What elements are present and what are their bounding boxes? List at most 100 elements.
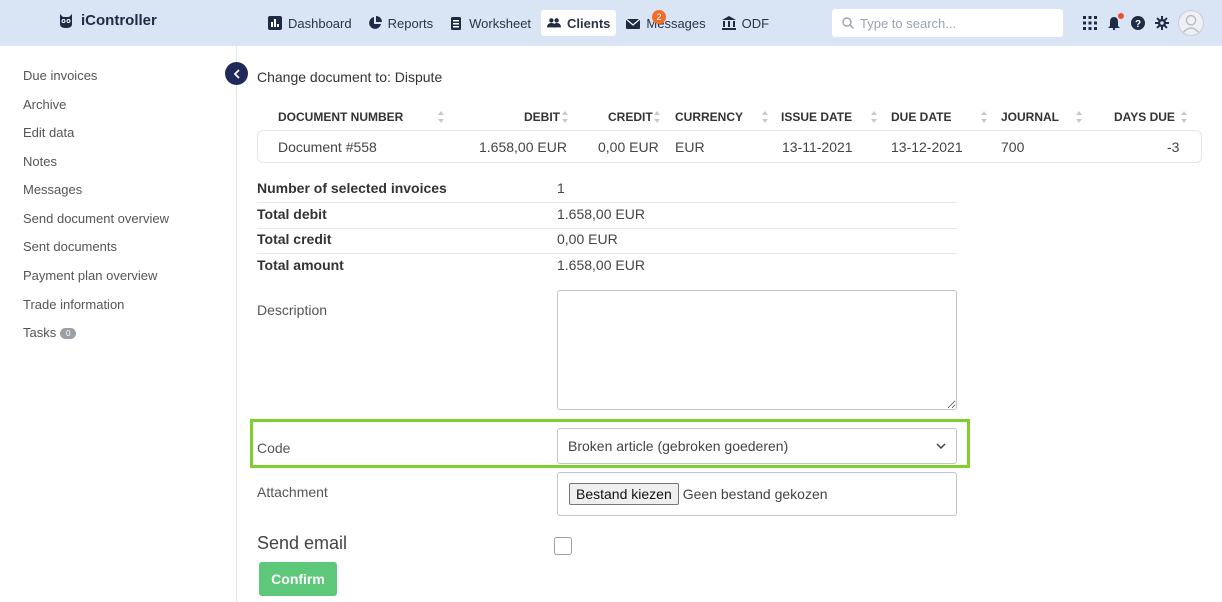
column-header-document-number[interactable]: DOCUMENT NUMBER <box>278 110 403 124</box>
sidebar-item-due-invoices[interactable]: Due invoices <box>23 68 97 83</box>
sidebar-item-messages[interactable]: Messages <box>23 182 82 197</box>
column-header-currency[interactable]: CURRENCY <box>675 110 743 124</box>
cell-due-date: 13-12-2021 <box>891 139 963 155</box>
code-label: Code <box>257 440 291 456</box>
sidebar-item-edit-data[interactable]: Edit data <box>23 125 74 140</box>
apps-grid-icon[interactable] <box>1082 15 1098 31</box>
sort-icon[interactable] <box>870 110 878 124</box>
nav-dashboard-label: Dashboard <box>288 15 352 31</box>
cell-document-number: Document #558 <box>278 139 377 155</box>
nav-odf-label: ODF <box>741 15 770 31</box>
summary-label-total-amount: Total amount <box>257 257 344 273</box>
gear-icon[interactable] <box>1154 15 1170 31</box>
collapse-sidebar-button[interactable] <box>225 62 248 85</box>
top-right-icons: ? <box>1082 10 1204 36</box>
sidebar-item-notes[interactable]: Notes <box>23 154 57 169</box>
sort-icon[interactable] <box>761 110 769 124</box>
nav-clients[interactable]: Clients <box>541 10 617 36</box>
column-header-journal[interactable]: JOURNAL <box>1001 110 1059 124</box>
search-icon <box>842 17 854 29</box>
svg-text:?: ? <box>1135 19 1141 30</box>
table-row[interactable] <box>257 130 1202 163</box>
sidebar-item-trade-information[interactable]: Trade information <box>23 297 124 312</box>
bank-icon <box>721 16 736 30</box>
users-icon <box>547 18 562 28</box>
column-header-credit[interactable]: CREDIT <box>608 110 653 124</box>
attachment-label: Attachment <box>257 484 328 500</box>
nav-worksheet[interactable]: Worksheet <box>443 10 537 36</box>
messages-count-badge: 2 <box>652 10 666 24</box>
sort-icon[interactable] <box>561 110 569 124</box>
nav-clients-label: Clients <box>567 15 611 31</box>
sidebar-item-tasks-label: Tasks <box>23 325 57 340</box>
nav-reports[interactable]: Reports <box>362 10 440 36</box>
column-header-due-date[interactable]: DUE DATE <box>891 110 951 124</box>
divider <box>257 228 957 229</box>
search-input[interactable] <box>860 15 1050 31</box>
column-header-issue-date[interactable]: ISSUE DATE <box>781 110 852 124</box>
pie-chart-icon <box>368 16 382 29</box>
app-logo[interactable]: iController <box>59 12 157 29</box>
code-select[interactable]: Broken article (gebroken goederen) <box>557 428 957 464</box>
search-box[interactable] <box>832 9 1063 37</box>
tasks-count-badge: 0 <box>60 328 77 340</box>
nav-dashboard[interactable]: Dashboard <box>262 10 358 36</box>
chevron-down-icon <box>936 443 946 449</box>
divider <box>257 202 957 203</box>
nav-worksheet-label: Worksheet <box>469 15 532 31</box>
sidebar-item-tasks[interactable]: Tasks 0 <box>23 325 77 340</box>
file-status-text: Geen bestand gekozen <box>682 486 828 502</box>
help-icon[interactable]: ? <box>1130 15 1146 31</box>
cell-debit: 1.658,00 EUR <box>479 139 567 155</box>
top-navigation-bar: iController Dashboard Reports Worksheet … <box>0 0 1222 46</box>
cell-journal: 700 <box>1001 139 1025 155</box>
cell-credit: 0,00 EUR <box>598 139 659 155</box>
page-title: Change document to: Dispute <box>257 69 443 85</box>
summary-label-total-credit: Total credit <box>257 231 332 247</box>
main-nav: Dashboard Reports Worksheet Clients Mess… <box>262 10 775 36</box>
clipboard-icon <box>451 17 462 30</box>
dashboard-icon <box>268 16 282 30</box>
summary-label-total-debit: Total debit <box>257 206 327 222</box>
envelope-icon <box>626 18 641 29</box>
sort-icon[interactable] <box>1075 110 1083 124</box>
nav-messages[interactable]: Messages <box>620 10 711 36</box>
cell-days-due: -3 <box>1167 139 1180 155</box>
app-name: iController <box>81 12 157 29</box>
summary-value-selected-invoices: 1 <box>557 180 565 196</box>
send-email-checkbox[interactable] <box>554 537 572 555</box>
sidebar-item-payment-plan-overview[interactable]: Payment plan overview <box>23 268 157 283</box>
cell-currency: EUR <box>675 139 705 155</box>
summary-value-total-debit: 1.658,00 EUR <box>557 206 645 222</box>
description-textarea[interactable] <box>557 290 957 410</box>
sort-icon[interactable] <box>1180 110 1188 124</box>
column-header-days-due[interactable]: DAYS DUE <box>1114 110 1175 124</box>
code-select-value: Broken article (gebroken goederen) <box>568 438 789 454</box>
chevron-left-icon <box>233 68 240 79</box>
send-email-label: Send email <box>257 533 348 553</box>
summary-label-selected-invoices: Number of selected invoices <box>257 180 447 196</box>
summary-value-total-amount: 1.658,00 EUR <box>557 257 645 273</box>
nav-reports-label: Reports <box>387 15 434 31</box>
sidebar-item-sent-documents[interactable]: Sent documents <box>23 239 117 254</box>
notification-dot <box>1118 13 1124 19</box>
sort-icon[interactable] <box>980 110 988 124</box>
column-header-debit[interactable]: DEBIT <box>524 110 560 124</box>
summary-value-total-credit: 0,00 EUR <box>557 231 618 247</box>
cell-issue-date: 13-11-2021 <box>782 139 853 155</box>
sort-icon[interactable] <box>653 110 661 124</box>
sidebar-item-archive[interactable]: Archive <box>23 97 66 112</box>
client-sidebar: Due invoices Archive Edit data Notes Mes… <box>0 46 237 602</box>
user-avatar[interactable] <box>1178 10 1204 36</box>
attachment-file-input: Bestand kiezen Geen bestand gekozen <box>557 472 957 516</box>
confirm-button[interactable]: Confirm <box>259 562 337 596</box>
sidebar-item-send-document-overview[interactable]: Send document overview <box>23 211 169 226</box>
choose-file-button[interactable]: Bestand kiezen <box>569 483 679 505</box>
divider <box>257 253 957 254</box>
sort-icon[interactable] <box>437 110 445 124</box>
description-label: Description <box>257 302 328 318</box>
owl-logo-icon <box>60 13 72 28</box>
user-icon <box>1182 14 1200 34</box>
nav-odf[interactable]: ODF <box>716 10 775 36</box>
bell-icon[interactable] <box>1106 13 1124 31</box>
